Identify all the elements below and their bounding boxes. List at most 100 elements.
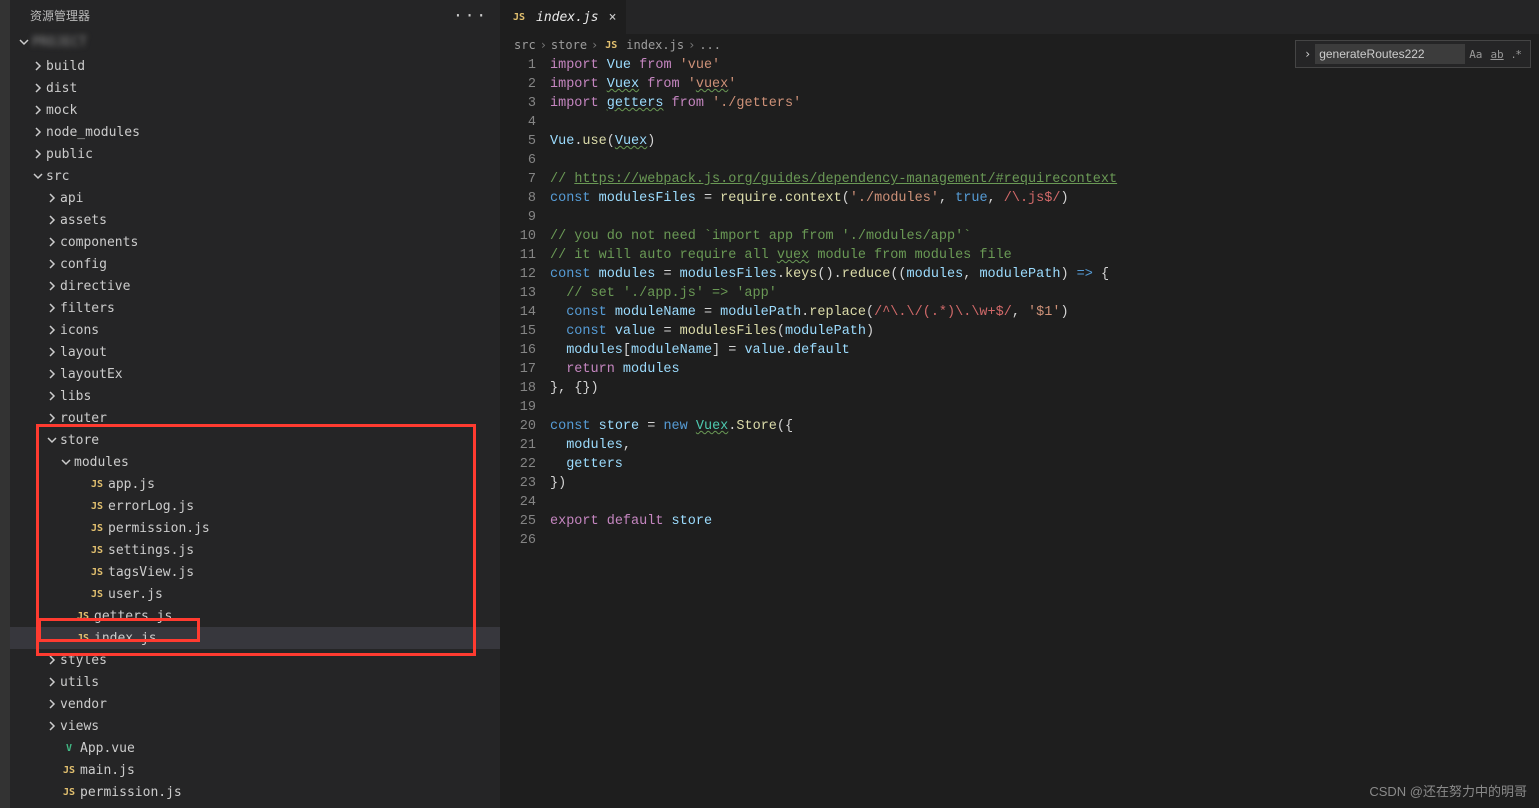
folder-item[interactable]: libs xyxy=(10,385,500,407)
folder-item[interactable]: config xyxy=(10,253,500,275)
js-file-icon: JS xyxy=(60,765,78,776)
chevron-right-icon xyxy=(44,655,60,665)
folder-item[interactable]: src xyxy=(10,165,500,187)
vue-file-icon: V xyxy=(60,743,78,754)
more-icon[interactable]: ··· xyxy=(453,6,488,25)
chevron-down-icon xyxy=(44,435,60,445)
folder-item[interactable]: layout xyxy=(10,341,500,363)
js-file-icon: JS xyxy=(74,611,92,622)
folder-item[interactable]: dist xyxy=(10,77,500,99)
chevron-right-icon: › xyxy=(688,38,695,52)
project-name: PROJECT xyxy=(32,35,87,50)
activity-bar[interactable] xyxy=(0,0,10,808)
tree-item-label: user.js xyxy=(108,587,163,602)
chevron-right-icon xyxy=(44,303,60,313)
folder-item[interactable]: modules xyxy=(10,451,500,473)
file-tree: build dist mock node_modulespublic src api ass… xyxy=(10,53,500,808)
tree-item-label: permission.js xyxy=(80,785,182,800)
chevron-right-icon xyxy=(44,369,60,379)
folder-item[interactable]: vendor xyxy=(10,693,500,715)
folder-item[interactable]: components xyxy=(10,231,500,253)
file-item[interactable]: JSpermission.js xyxy=(10,517,500,539)
chevron-right-icon xyxy=(44,193,60,203)
tree-item-label: directive xyxy=(60,279,130,294)
tree-item-label: config xyxy=(60,257,107,272)
folder-item[interactable]: build xyxy=(10,55,500,77)
find-whole-word[interactable]: ab xyxy=(1486,48,1507,61)
chevron-right-icon xyxy=(30,83,46,93)
code-editor[interactable]: 1234567891011121314151617181920212223242… xyxy=(500,56,1539,808)
file-item[interactable]: JStagsView.js xyxy=(10,561,500,583)
tree-item-label: dist xyxy=(46,81,77,96)
folder-item[interactable]: layoutEx xyxy=(10,363,500,385)
tree-item-label: styles xyxy=(60,653,107,668)
folder-item[interactable]: store xyxy=(10,429,500,451)
folder-item[interactable]: mock xyxy=(10,99,500,121)
find-input[interactable] xyxy=(1315,44,1465,64)
tree-item-label: store xyxy=(60,433,99,448)
sidebar-title: 资源管理器 xyxy=(30,7,90,24)
folder-item[interactable]: directive xyxy=(10,275,500,297)
breadcrumb-file[interactable]: index.js xyxy=(626,38,684,52)
tree-item-label: router xyxy=(60,411,107,426)
close-icon[interactable]: × xyxy=(609,10,617,25)
folder-item[interactable]: icons xyxy=(10,319,500,341)
chevron-right-icon[interactable]: › xyxy=(1300,47,1315,61)
code-content[interactable]: import Vue from 'vue'import Vuex from 'v… xyxy=(550,56,1539,808)
tree-item-label: api xyxy=(60,191,83,206)
js-file-icon: JS xyxy=(602,40,620,51)
chevron-right-icon xyxy=(44,391,60,401)
chevron-right-icon xyxy=(30,127,46,137)
file-item[interactable]: VApp.vue xyxy=(10,737,500,759)
breadcrumb-part[interactable]: store xyxy=(551,38,587,52)
project-root[interactable]: PROJECT xyxy=(10,31,500,53)
chevron-right-icon xyxy=(44,325,60,335)
tree-item-label: libs xyxy=(60,389,91,404)
tab-bar: JS index.js × xyxy=(500,0,1539,34)
js-file-icon: JS xyxy=(60,787,78,798)
editor-area: JS index.js × src › store › JS index.js … xyxy=(500,0,1539,808)
chevron-down-icon xyxy=(16,37,32,47)
breadcrumb-part[interactable]: src xyxy=(514,38,536,52)
tab-index-js[interactable]: JS index.js × xyxy=(500,0,626,34)
folder-item[interactable]: node_modules xyxy=(10,121,500,143)
chevron-right-icon xyxy=(44,721,60,731)
tree-item-label: permission.js xyxy=(108,521,210,536)
chevron-right-icon xyxy=(30,61,46,71)
file-item[interactable]: JSmain.js xyxy=(10,759,500,781)
file-item[interactable]: JSerrorLog.js xyxy=(10,495,500,517)
tree-item-label: layout xyxy=(60,345,107,360)
find-match-case[interactable]: Aa xyxy=(1465,48,1486,61)
file-item[interactable]: JSindex.js xyxy=(10,627,500,649)
folder-item[interactable]: public xyxy=(10,143,500,165)
tree-item-label: tagsView.js xyxy=(108,565,194,580)
folder-item[interactable]: styles xyxy=(10,649,500,671)
file-item[interactable]: JSgetters.js xyxy=(10,605,500,627)
folder-item[interactable]: router xyxy=(10,407,500,429)
file-item[interactable]: JSapp.js xyxy=(10,473,500,495)
tree-item-label: src xyxy=(46,169,69,184)
tree-item-label: filters xyxy=(60,301,115,316)
folder-item[interactable]: api xyxy=(10,187,500,209)
chevron-right-icon xyxy=(44,413,60,423)
folder-item[interactable]: utils xyxy=(10,671,500,693)
tree-item-label: icons xyxy=(60,323,99,338)
find-regex[interactable]: ․* xyxy=(1508,48,1526,61)
tree-item-label: layoutEx xyxy=(60,367,123,382)
sidebar-header: 资源管理器 ··· xyxy=(10,0,500,31)
file-item[interactable]: JSsettings.js xyxy=(10,539,500,561)
line-gutter: 1234567891011121314151617181920212223242… xyxy=(500,56,550,808)
chevron-right-icon xyxy=(30,105,46,115)
chevron-right-icon xyxy=(44,699,60,709)
js-file-icon: JS xyxy=(88,567,106,578)
folder-item[interactable]: assets xyxy=(10,209,500,231)
file-item[interactable]: JSuser.js xyxy=(10,583,500,605)
folder-item[interactable]: filters xyxy=(10,297,500,319)
find-widget[interactable]: › Aa ab ․* xyxy=(1295,40,1531,68)
js-file-icon: JS xyxy=(88,589,106,600)
file-item[interactable]: JSpermission.js xyxy=(10,781,500,803)
tree-item-label: mock xyxy=(46,103,77,118)
chevron-right-icon xyxy=(44,347,60,357)
folder-item[interactable]: views xyxy=(10,715,500,737)
tree-item-label: App.vue xyxy=(80,741,135,756)
